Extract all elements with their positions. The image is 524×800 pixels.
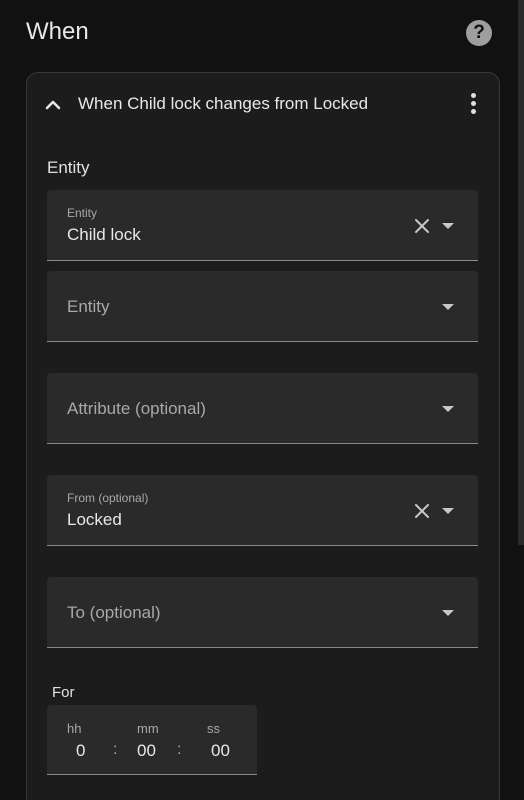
section-header: When ? [26, 16, 494, 52]
field-placeholder: Entity [67, 297, 110, 316]
close-icon[interactable] [414, 503, 430, 519]
field-label: From (optional) [67, 491, 149, 505]
scrollbar[interactable] [518, 0, 524, 545]
hours-input[interactable]: 0 [76, 741, 85, 761]
automation-trigger-page: When ? When Child lock changes from Lock… [0, 0, 524, 800]
caret-down-icon[interactable] [442, 406, 454, 412]
duration-input[interactable]: hh 0 : mm 00 : ss 00 [47, 705, 257, 775]
minutes-input[interactable]: 00 [137, 741, 156, 761]
from-state-field[interactable]: From (optional) Locked [47, 475, 478, 546]
minutes-label: mm [137, 721, 159, 736]
caret-down-icon[interactable] [442, 610, 454, 616]
caret-down-icon[interactable] [442, 304, 454, 310]
caret-down-icon[interactable] [442, 508, 454, 514]
close-icon[interactable] [414, 218, 430, 234]
chevron-up-icon[interactable] [43, 95, 63, 115]
caret-down-icon[interactable] [442, 223, 454, 229]
trigger-title: When Child lock changes from Locked [78, 94, 369, 113]
field-placeholder: To (optional) [67, 603, 161, 622]
seconds-input[interactable]: 00 [211, 741, 230, 761]
entity-select-field[interactable]: Entity Child lock [47, 190, 478, 261]
field-value: Child lock [67, 225, 141, 244]
hours-label: hh [67, 721, 82, 736]
help-icon[interactable]: ? [466, 20, 492, 46]
trigger-card-header[interactable]: When Child lock changes from Locked [27, 73, 499, 135]
entity-section-label: Entity [47, 158, 90, 177]
time-separator: : [177, 741, 182, 758]
duration-label: For [52, 684, 75, 701]
time-separator: : [113, 741, 118, 758]
trigger-card: When Child lock changes from Locked Enti… [26, 72, 500, 800]
seconds-label: ss [207, 721, 220, 736]
entity-add-field[interactable]: Entity [47, 271, 478, 342]
field-placeholder: Attribute (optional) [67, 399, 206, 418]
more-vertical-icon[interactable] [469, 93, 477, 117]
to-state-field[interactable]: To (optional) [47, 577, 478, 648]
field-value: Locked [67, 510, 122, 529]
section-title: When [26, 18, 89, 45]
attribute-select-field[interactable]: Attribute (optional) [47, 373, 478, 444]
field-label: Entity [67, 206, 98, 220]
